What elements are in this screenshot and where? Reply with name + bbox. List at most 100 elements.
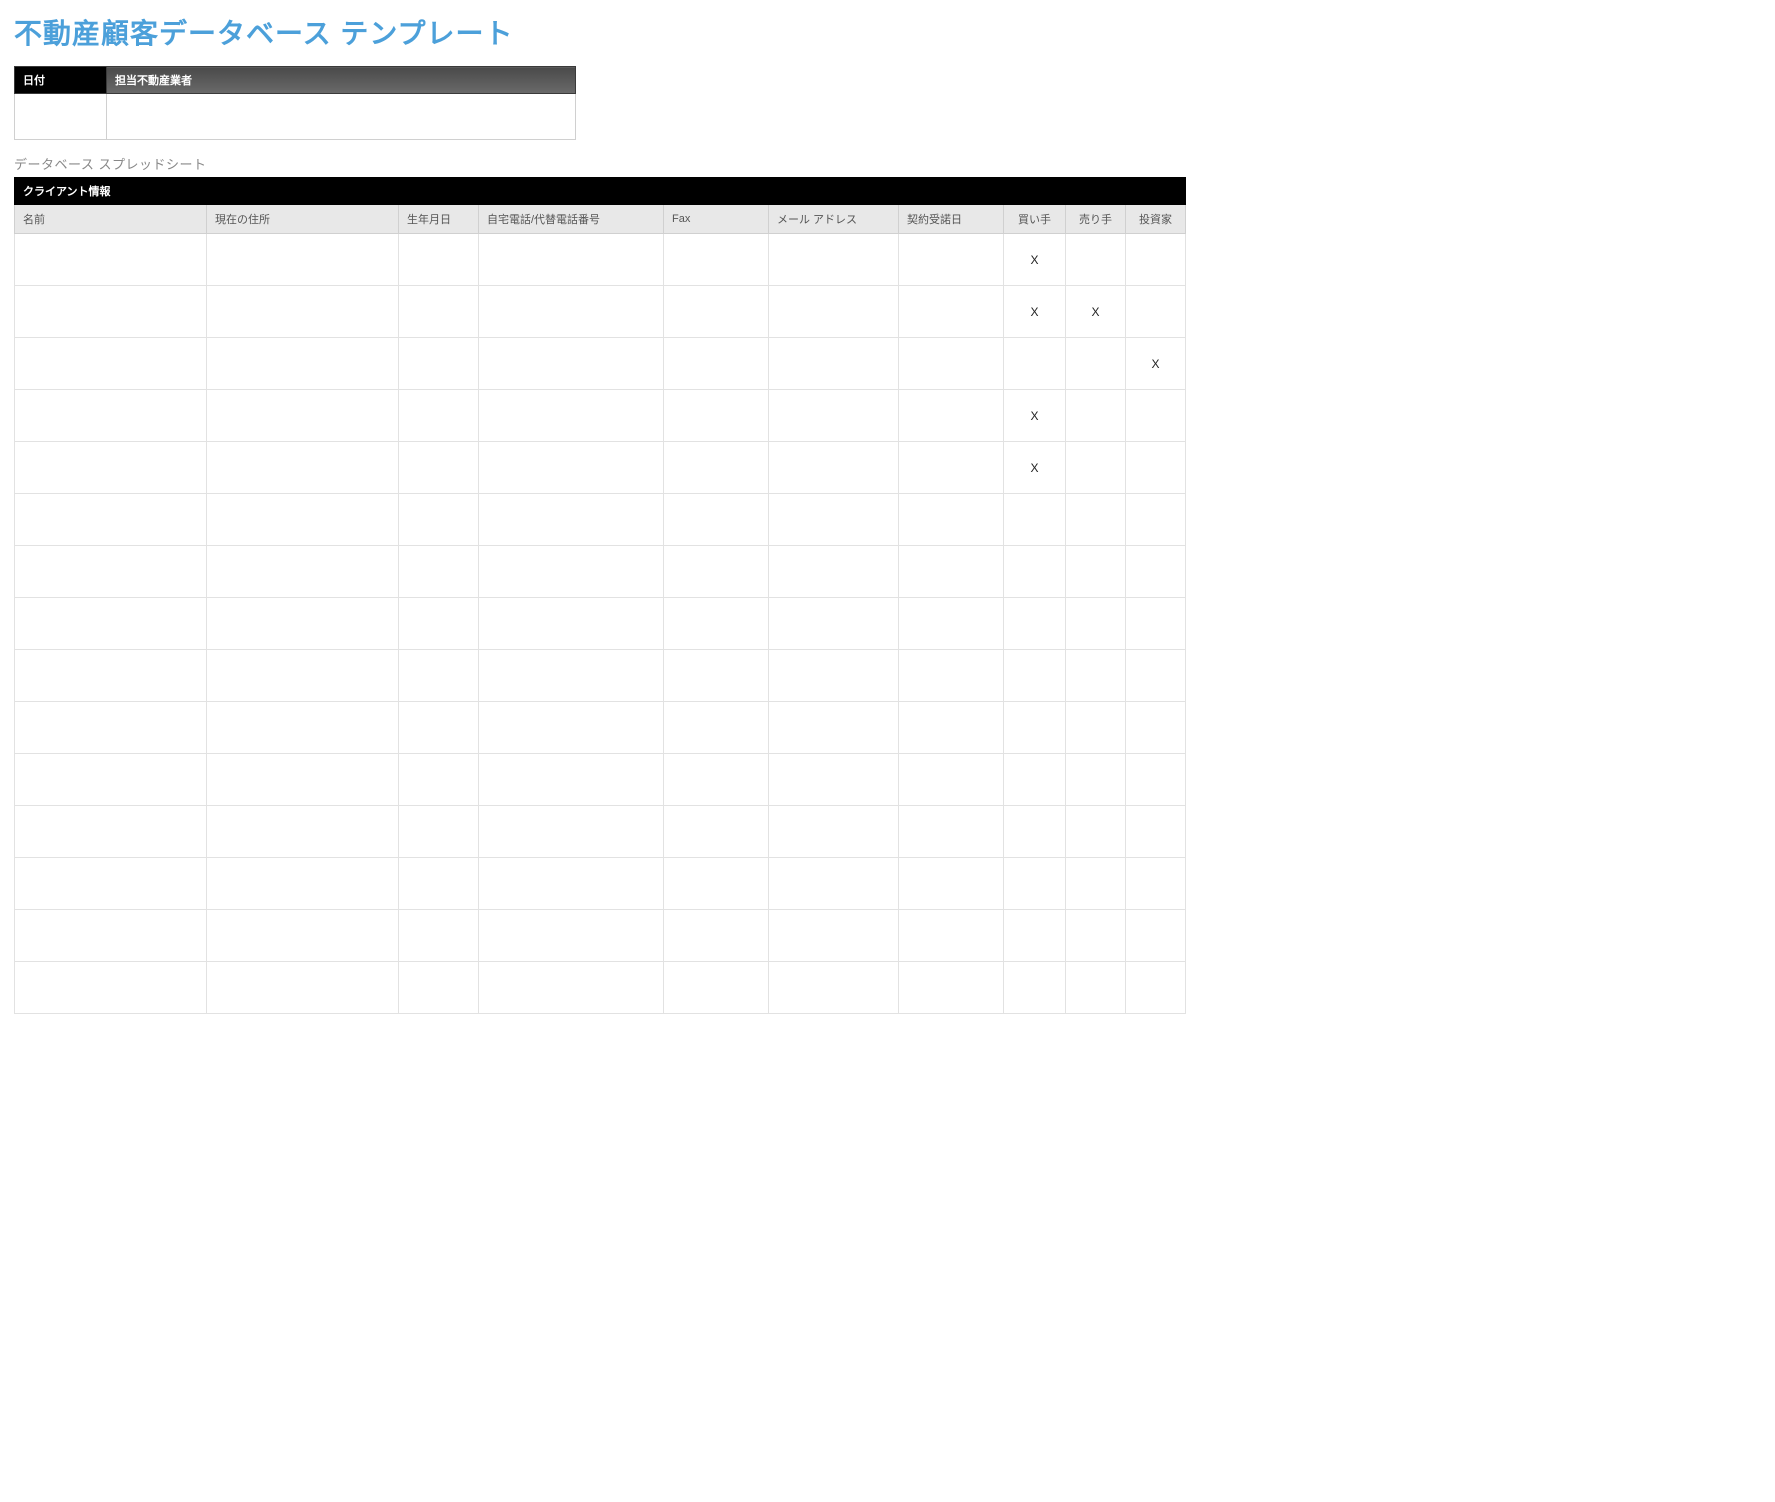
cell-fax[interactable] bbox=[664, 910, 769, 962]
cell-engagement-date[interactable] bbox=[899, 234, 1004, 286]
cell-investor[interactable] bbox=[1126, 546, 1186, 598]
cell-email[interactable] bbox=[769, 286, 899, 338]
cell-address[interactable] bbox=[207, 858, 399, 910]
cell-seller[interactable] bbox=[1066, 962, 1126, 1014]
cell-fax[interactable] bbox=[664, 650, 769, 702]
cell-seller[interactable] bbox=[1066, 494, 1126, 546]
cell-email[interactable] bbox=[769, 702, 899, 754]
cell-investor[interactable] bbox=[1126, 754, 1186, 806]
cell-investor[interactable] bbox=[1126, 650, 1186, 702]
cell-email[interactable] bbox=[769, 338, 899, 390]
cell-engagement-date[interactable] bbox=[899, 546, 1004, 598]
cell-phone[interactable] bbox=[479, 858, 664, 910]
cell-dob[interactable] bbox=[399, 286, 479, 338]
cell-name[interactable] bbox=[15, 390, 207, 442]
cell-engagement-date[interactable] bbox=[899, 286, 1004, 338]
cell-address[interactable] bbox=[207, 754, 399, 806]
cell-email[interactable] bbox=[769, 494, 899, 546]
cell-phone[interactable] bbox=[479, 390, 664, 442]
cell-engagement-date[interactable] bbox=[899, 702, 1004, 754]
cell-phone[interactable] bbox=[479, 702, 664, 754]
cell-address[interactable] bbox=[207, 390, 399, 442]
cell-fax[interactable] bbox=[664, 286, 769, 338]
cell-name[interactable] bbox=[15, 910, 207, 962]
cell-phone[interactable] bbox=[479, 286, 664, 338]
cell-investor[interactable] bbox=[1126, 442, 1186, 494]
cell-name[interactable] bbox=[15, 546, 207, 598]
cell-fax[interactable] bbox=[664, 806, 769, 858]
cell-dob[interactable] bbox=[399, 806, 479, 858]
cell-email[interactable] bbox=[769, 910, 899, 962]
cell-fax[interactable] bbox=[664, 962, 769, 1014]
cell-investor[interactable] bbox=[1126, 910, 1186, 962]
cell-email[interactable] bbox=[769, 546, 899, 598]
cell-engagement-date[interactable] bbox=[899, 962, 1004, 1014]
cell-engagement-date[interactable] bbox=[899, 858, 1004, 910]
cell-buyer[interactable] bbox=[1004, 338, 1066, 390]
cell-engagement-date[interactable] bbox=[899, 598, 1004, 650]
cell-investor[interactable] bbox=[1126, 702, 1186, 754]
cell-engagement-date[interactable] bbox=[899, 754, 1004, 806]
cell-fax[interactable] bbox=[664, 546, 769, 598]
cell-seller[interactable] bbox=[1066, 702, 1126, 754]
cell-fax[interactable] bbox=[664, 598, 769, 650]
cell-buyer[interactable]: X bbox=[1004, 234, 1066, 286]
cell-investor[interactable] bbox=[1126, 286, 1186, 338]
cell-buyer[interactable] bbox=[1004, 702, 1066, 754]
cell-name[interactable] bbox=[15, 754, 207, 806]
cell-address[interactable] bbox=[207, 598, 399, 650]
cell-name[interactable] bbox=[15, 598, 207, 650]
cell-fax[interactable] bbox=[664, 338, 769, 390]
cell-dob[interactable] bbox=[399, 390, 479, 442]
cell-address[interactable] bbox=[207, 650, 399, 702]
cell-seller[interactable] bbox=[1066, 442, 1126, 494]
cell-engagement-date[interactable] bbox=[899, 390, 1004, 442]
cell-fax[interactable] bbox=[664, 234, 769, 286]
cell-seller[interactable] bbox=[1066, 338, 1126, 390]
cell-address[interactable] bbox=[207, 806, 399, 858]
cell-seller[interactable] bbox=[1066, 650, 1126, 702]
cell-phone[interactable] bbox=[479, 546, 664, 598]
cell-investor[interactable] bbox=[1126, 858, 1186, 910]
cell-seller[interactable] bbox=[1066, 754, 1126, 806]
cell-phone[interactable] bbox=[479, 234, 664, 286]
cell-phone[interactable] bbox=[479, 598, 664, 650]
cell-dob[interactable] bbox=[399, 858, 479, 910]
cell-engagement-date[interactable] bbox=[899, 806, 1004, 858]
cell-email[interactable] bbox=[769, 962, 899, 1014]
cell-dob[interactable] bbox=[399, 702, 479, 754]
cell-buyer[interactable] bbox=[1004, 858, 1066, 910]
cell-address[interactable] bbox=[207, 338, 399, 390]
cell-address[interactable] bbox=[207, 234, 399, 286]
cell-dob[interactable] bbox=[399, 338, 479, 390]
meta-agent-cell[interactable] bbox=[107, 94, 576, 140]
cell-fax[interactable] bbox=[664, 390, 769, 442]
cell-email[interactable] bbox=[769, 650, 899, 702]
cell-engagement-date[interactable] bbox=[899, 650, 1004, 702]
cell-phone[interactable] bbox=[479, 962, 664, 1014]
cell-seller[interactable] bbox=[1066, 234, 1126, 286]
cell-buyer[interactable] bbox=[1004, 754, 1066, 806]
cell-name[interactable] bbox=[15, 442, 207, 494]
cell-address[interactable] bbox=[207, 494, 399, 546]
cell-email[interactable] bbox=[769, 234, 899, 286]
cell-engagement-date[interactable] bbox=[899, 494, 1004, 546]
cell-phone[interactable] bbox=[479, 442, 664, 494]
cell-dob[interactable] bbox=[399, 234, 479, 286]
cell-fax[interactable] bbox=[664, 702, 769, 754]
cell-address[interactable] bbox=[207, 546, 399, 598]
cell-engagement-date[interactable] bbox=[899, 338, 1004, 390]
cell-investor[interactable]: X bbox=[1126, 338, 1186, 390]
cell-seller[interactable] bbox=[1066, 806, 1126, 858]
cell-name[interactable] bbox=[15, 962, 207, 1014]
cell-buyer[interactable] bbox=[1004, 494, 1066, 546]
cell-investor[interactable] bbox=[1126, 494, 1186, 546]
cell-buyer[interactable] bbox=[1004, 962, 1066, 1014]
cell-address[interactable] bbox=[207, 962, 399, 1014]
cell-seller[interactable] bbox=[1066, 910, 1126, 962]
cell-name[interactable] bbox=[15, 858, 207, 910]
cell-seller[interactable]: X bbox=[1066, 286, 1126, 338]
cell-investor[interactable] bbox=[1126, 390, 1186, 442]
meta-date-cell[interactable] bbox=[15, 94, 107, 140]
cell-address[interactable] bbox=[207, 910, 399, 962]
